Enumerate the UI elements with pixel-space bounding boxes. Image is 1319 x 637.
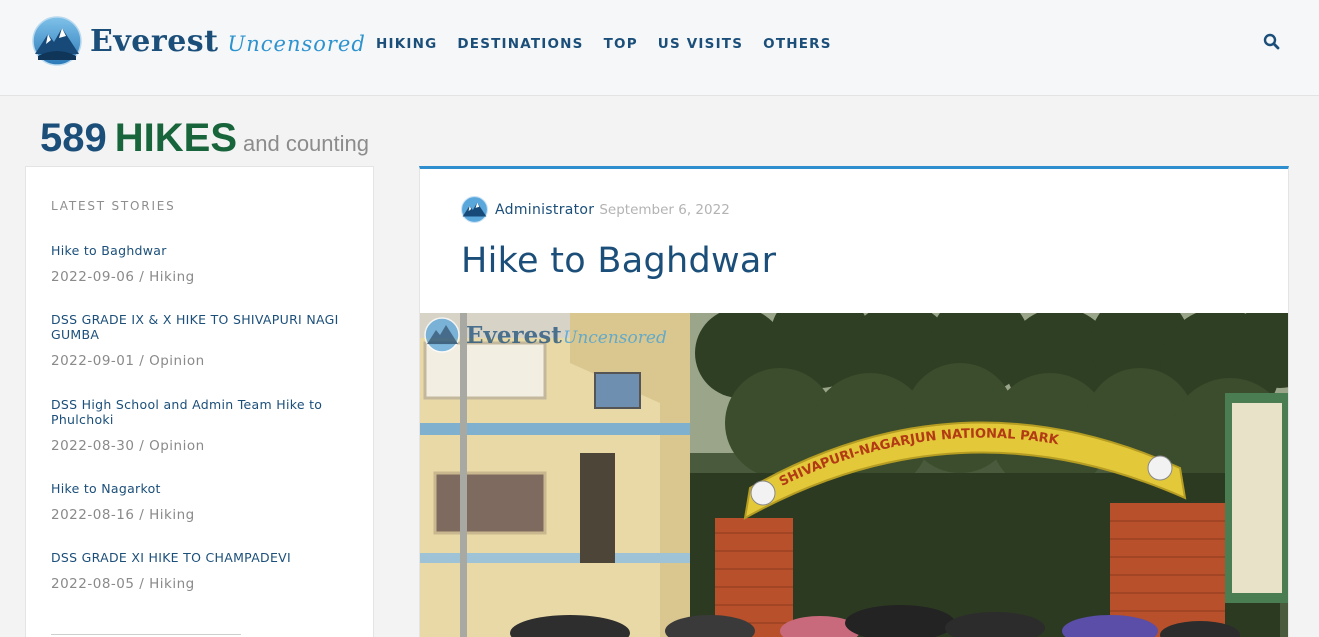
hike-count-number: 589	[40, 116, 107, 160]
story-link[interactable]: DSS GRADE XI HIKE TO CHAMPADEVI	[51, 550, 356, 565]
nav-item-destinations[interactable]: DESTINATIONS	[457, 36, 583, 52]
author-name[interactable]: Administrator	[495, 202, 594, 218]
site-header: Everest Uncensored HIKING DESTINATIONS T…	[0, 0, 1319, 96]
story-category: Hiking	[149, 269, 195, 285]
story-item: DSS GRADE XI HIKE TO CHAMPADEVI 2022-08-…	[51, 550, 356, 592]
nav-item-hiking[interactable]: HIKING	[376, 36, 437, 52]
story-meta: 2022-08-05 / Hiking	[51, 576, 195, 592]
story-meta: 2022-09-01 / Opinion	[51, 353, 205, 369]
story-date: 2022-09-06	[51, 269, 135, 285]
main-nav: HIKING DESTINATIONS TOP US VISITS OTHERS	[376, 36, 832, 52]
story-date: 2022-08-05	[51, 576, 135, 592]
story-category: Hiking	[149, 507, 195, 523]
story-item: DSS High School and Admin Team Hike to P…	[51, 397, 356, 454]
search-icon[interactable]	[1262, 32, 1282, 52]
story-date: 2022-08-16	[51, 507, 135, 523]
mountain-logo-icon	[32, 16, 82, 66]
logo-word-everest: Everest	[90, 23, 219, 59]
hike-count-word: HIKES	[114, 116, 237, 160]
latest-stories-sidebar: LATEST STORIES Hike to Baghdwar 2022-09-…	[25, 166, 374, 637]
article-card: Administrator September 6, 2022 Hike to …	[419, 166, 1289, 637]
svg-text:Uncensored: Uncensored	[563, 328, 667, 348]
post-date: September 6, 2022	[599, 201, 730, 218]
nav-item-top[interactable]: TOP	[604, 36, 638, 52]
story-link[interactable]: Hike to Nagarkot	[51, 481, 356, 496]
story-link[interactable]: DSS High School and Admin Team Hike to P…	[51, 397, 356, 427]
story-meta: 2022-08-30 / Opinion	[51, 438, 205, 454]
sidebar-heading: LATEST STORIES	[51, 199, 176, 213]
svg-text:Everest: Everest	[466, 322, 562, 349]
story-category: Hiking	[149, 576, 195, 592]
story-item: DSS GRADE IX & X HIKE TO SHIVAPURI NAGI …	[51, 312, 356, 369]
hike-counter: 589 HIKES and counting	[40, 116, 369, 161]
story-date: 2022-08-30	[51, 438, 135, 454]
story-category: Opinion	[149, 353, 205, 369]
story-category: Opinion	[149, 438, 205, 454]
story-item: Hike to Nagarkot 2022-08-16 / Hiking	[51, 481, 356, 523]
nav-item-others[interactable]: OTHERS	[763, 36, 832, 52]
hero-photo: SHIVAPURI-NAGARJUN NATIONAL PARK Everest…	[420, 313, 1288, 637]
nav-item-us-visits[interactable]: US VISITS	[658, 36, 743, 52]
story-link[interactable]: DSS GRADE IX & X HIKE TO SHIVAPURI NAGI …	[51, 312, 356, 342]
story-meta: 2022-08-16 / Hiking	[51, 507, 195, 523]
site-logo[interactable]: Everest Uncensored	[32, 16, 366, 66]
hike-count-tail: and counting	[243, 131, 369, 156]
post-title: Hike to Baghdwar	[461, 241, 777, 281]
story-date: 2022-09-01	[51, 353, 135, 369]
author-row: Administrator September 6, 2022	[461, 196, 730, 223]
story-item: Hike to Baghdwar 2022-09-06 / Hiking	[51, 243, 356, 285]
hero-photo-illustration: SHIVAPURI-NAGARJUN NATIONAL PARK Everest…	[420, 313, 1288, 637]
avatar[interactable]	[461, 196, 488, 223]
story-meta: 2022-09-06 / Hiking	[51, 269, 195, 285]
story-link[interactable]: Hike to Baghdwar	[51, 243, 356, 258]
logo-word-uncensored: Uncensored	[227, 31, 366, 56]
